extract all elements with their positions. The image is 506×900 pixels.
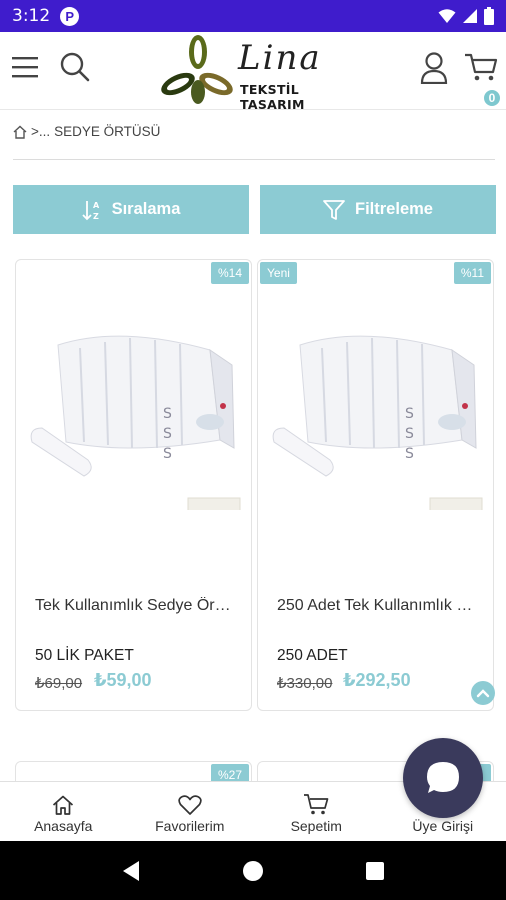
old-price: ₺330,00 xyxy=(277,675,333,692)
status-time: 3:12 xyxy=(12,6,51,26)
cart-icon xyxy=(304,794,329,815)
breadcrumb: >... SEDYE ÖRTÜSÜ xyxy=(13,124,160,139)
product-name[interactable]: 250 Adet Tek Kullanımlık Sedye Örtüsü xyxy=(277,597,477,615)
product-image[interactable]: S S S xyxy=(262,320,488,510)
logo-script-text: Lina xyxy=(238,38,322,78)
logo-emblem xyxy=(161,35,233,104)
cart-icon[interactable] xyxy=(464,52,498,82)
nav-label: Sepetim xyxy=(290,818,342,834)
filter-button[interactable]: Filtreleme xyxy=(260,185,496,234)
sort-label: Sıralama xyxy=(111,200,181,218)
brand-logo[interactable]: Lina TEKSTİL TASARIM xyxy=(158,34,358,112)
svg-text:S: S xyxy=(405,426,414,442)
svg-text:S: S xyxy=(405,446,414,462)
user-icon[interactable] xyxy=(420,52,448,84)
svg-text:Z: Z xyxy=(93,212,99,221)
svg-text:S: S xyxy=(163,426,172,442)
hamburger-menu-icon[interactable] xyxy=(12,56,38,78)
status-bar: 3:12 P xyxy=(0,0,506,32)
filter-funnel-icon xyxy=(323,199,345,220)
current-price: ₺59,00 xyxy=(94,670,152,690)
system-navigation-bar xyxy=(0,841,506,900)
product-variant: 250 ADET xyxy=(277,647,348,664)
svg-text:S: S xyxy=(163,406,172,422)
scroll-to-top-button[interactable] xyxy=(471,681,495,705)
logo-subtitle: TEKSTİL TASARIM xyxy=(240,82,305,112)
new-badge: Yeni xyxy=(260,262,297,284)
product-card[interactable]: %14 S S S Tek Kullanımlık Sedye Örtüsü 5… xyxy=(15,259,252,711)
discount-badge: %14 xyxy=(210,262,249,284)
nav-label: Anasayfa xyxy=(34,818,93,834)
home-circle-icon[interactable] xyxy=(242,860,264,882)
nav-label: Favorilerim xyxy=(155,818,225,834)
sort-button[interactable]: AZ Sıralama xyxy=(13,185,249,234)
chat-bubble-icon xyxy=(427,762,459,793)
svg-text:A: A xyxy=(93,201,100,210)
app-notification-icon: P xyxy=(60,6,80,26)
product-variant: 50 LİK PAKET xyxy=(35,647,134,664)
signal-icon xyxy=(463,9,477,23)
svg-text:S: S xyxy=(405,406,414,422)
product-image[interactable]: S S S xyxy=(20,320,246,510)
chat-button[interactable] xyxy=(403,738,483,818)
home-icon xyxy=(53,795,74,815)
cart-count-badge: 0 xyxy=(482,88,502,108)
heart-icon xyxy=(178,795,202,815)
nav-label: Üye Girişi xyxy=(412,818,474,834)
search-icon[interactable] xyxy=(60,52,90,82)
battery-icon xyxy=(484,7,494,25)
nav-item-cart[interactable]: Sepetim xyxy=(253,782,380,841)
filter-label: Filtreleme xyxy=(355,200,433,218)
current-price: ₺292,50 xyxy=(343,670,411,690)
old-price: ₺69,00 xyxy=(35,675,83,692)
breadcrumb-separator[interactable]: >... xyxy=(31,124,50,139)
sort-az-icon: AZ xyxy=(81,200,100,221)
wifi-icon xyxy=(438,9,456,23)
recents-icon[interactable] xyxy=(365,861,385,881)
discount-badge: %11 xyxy=(453,262,491,284)
divider xyxy=(13,159,495,160)
product-name[interactable]: Tek Kullanımlık Sedye Örtüsü xyxy=(35,597,235,615)
status-icons xyxy=(438,7,494,25)
chevron-up-icon xyxy=(476,689,490,698)
breadcrumb-current: SEDYE ÖRTÜSÜ xyxy=(54,124,161,139)
svg-text:S: S xyxy=(163,446,172,462)
nav-item-favorites[interactable]: Favorilerim xyxy=(127,782,254,841)
home-icon[interactable] xyxy=(13,125,27,139)
back-icon[interactable] xyxy=(121,860,141,882)
nav-item-home[interactable]: Anasayfa xyxy=(0,782,127,841)
product-card[interactable]: Yeni %11 S S S 250 Adet Tek Kullanımlık … xyxy=(257,259,494,711)
site-header: Lina TEKSTİL TASARIM xyxy=(0,32,506,112)
